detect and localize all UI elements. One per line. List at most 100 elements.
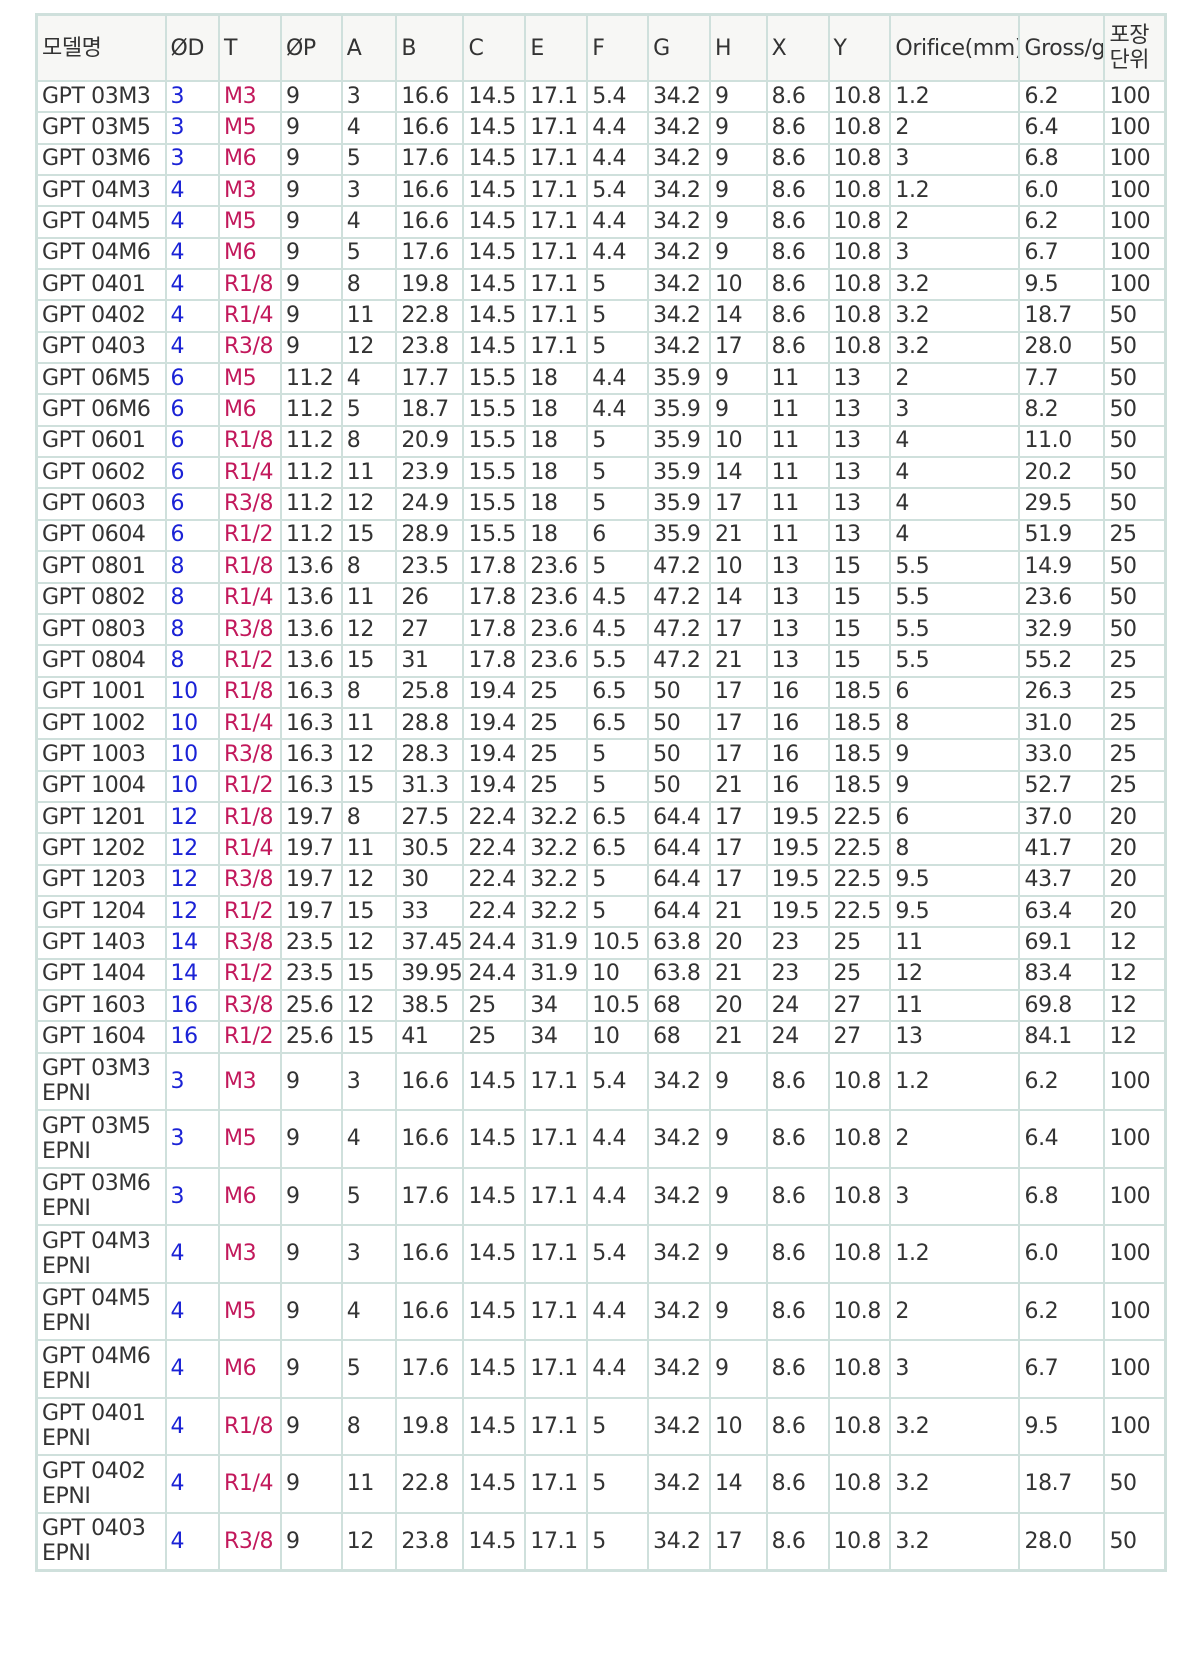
col-header-e: E [524,13,589,82]
cell-h: 17 [708,738,768,772]
table-row: GPT 1404 14 R1/2 23.5 15 39.95 24.4 31.9 10 63.8 2… [35,957,1167,991]
cell-c: 14.5 [462,111,527,145]
cell-pack-unit: 50 [1103,362,1167,396]
cell-y: 25 [827,926,892,960]
cell-op: 13.6 [279,644,343,678]
cell-gross: 6.8 [1018,142,1106,177]
cell-b: 17.6 [395,1339,465,1399]
cell-c: 14.5 [462,330,527,365]
cell-gross: 63.4 [1018,894,1106,929]
cell-y: 15 [827,550,892,584]
cell-t: M3 [218,1051,282,1112]
cell-t: R1/2 [218,769,282,803]
cell-b: 23.9 [395,456,465,490]
cell-g: 68 [647,1020,711,1054]
cell-h: 21 [708,769,768,803]
cell-gross: 20.2 [1018,456,1106,490]
cell-t: R3/8 [218,738,282,772]
cell-a: 5 [340,1166,398,1227]
table-row: GPT 1201 12 R1/8 19.7 8 27.5 22.4 32.2 6.5 64.4 17… [35,800,1167,835]
cell-model: GPT 04M3 EPNI [35,1224,167,1284]
cell-y: 15 [827,581,892,615]
cell-a: 11 [340,456,398,490]
cell-h: 21 [708,1020,768,1054]
cell-op: 16.3 [279,738,343,772]
cell-od: 4 [164,205,221,239]
cell-t: R1/2 [218,518,282,553]
cell-pack-unit: 12 [1103,957,1167,991]
cell-od: 10 [164,706,221,741]
cell-f: 5.4 [586,1051,650,1112]
cell-op: 9 [279,1454,343,1514]
cell-x: 8.6 [765,268,830,302]
cell-b: 22.8 [395,299,465,333]
cell-f: 4.5 [586,612,650,647]
cell-b: 22.8 [395,1454,465,1514]
cell-t: M3 [218,79,282,114]
cell-e: 18 [524,487,589,521]
cell-od: 3 [164,1166,221,1227]
cell-op: 23.5 [279,926,343,960]
cell-y: 10.8 [827,174,892,208]
cell-pack-unit: 25 [1103,706,1167,741]
cell-op: 16.3 [279,675,343,709]
cell-op: 19.7 [279,800,343,835]
cell-od: 12 [164,800,221,835]
cell-t: R1/8 [218,675,282,709]
cell-g: 34.2 [647,330,711,365]
cell-g: 47.2 [647,644,711,678]
cell-a: 12 [340,863,398,897]
cell-orifice: 1.2 [889,174,1021,208]
cell-x: 8.6 [765,1281,830,1342]
cell-model: GPT 0601 [35,424,167,459]
cell-x: 23 [765,957,830,991]
cell-b: 37.45 [395,926,465,960]
col-header-op: ØP [279,13,343,82]
cell-orifice: 3 [889,393,1021,427]
cell-orifice: 11 [889,926,1021,960]
cell-op: 9 [279,79,343,114]
cell-g: 34.2 [647,1511,711,1572]
cell-x: 8.6 [765,174,830,208]
cell-e: 31.9 [524,957,589,991]
cell-orifice: 6 [889,675,1021,709]
cell-a: 15 [340,518,398,553]
cell-a: 12 [340,738,398,772]
cell-g: 35.9 [647,424,711,459]
cell-orifice: 8 [889,706,1021,741]
col-header-f: F [586,13,650,82]
cell-model: GPT 04M5 EPNI [35,1281,167,1342]
cell-pack-unit: 100 [1103,1339,1167,1399]
cell-orifice: 5.5 [889,644,1021,678]
cell-e: 17.1 [524,1454,589,1514]
cell-t: M6 [218,393,282,427]
cell-op: 9 [279,1224,343,1284]
cell-pack-unit: 50 [1103,299,1167,333]
cell-y: 10.8 [827,236,892,271]
cell-pack-unit: 50 [1103,393,1167,427]
cell-gross: 29.5 [1018,487,1106,521]
table-row: GPT 0603 6 R3/8 11.2 12 24.9 15.5 18 5 35.9 17 11 13… [35,487,1167,521]
cell-op: 9 [279,111,343,145]
cell-gross: 31.0 [1018,706,1106,741]
cell-od: 4 [164,268,221,302]
cell-c: 14.5 [462,205,527,239]
cell-gross: 11.0 [1018,424,1106,459]
cell-g: 64.4 [647,894,711,929]
cell-t: R1/2 [218,957,282,991]
cell-g: 68 [647,988,711,1023]
cell-g: 34.2 [647,1281,711,1342]
cell-t: R1/2 [218,1020,282,1054]
cell-y: 13 [827,487,892,521]
cell-orifice: 3 [889,1166,1021,1227]
cell-a: 12 [340,1511,398,1572]
cell-t: R1/8 [218,1396,282,1457]
cell-f: 5 [586,1454,650,1514]
cell-gross: 69.8 [1018,988,1106,1023]
cell-model: GPT 1202 [35,832,167,866]
table-row: GPT 04M3 EPNI 4 M3 9 3 16.6 14.5 17.1 5.4 34.2 9 8.… [35,1224,1167,1284]
cell-x: 8.6 [765,299,830,333]
cell-op: 9 [279,330,343,365]
cell-g: 34.2 [647,268,711,302]
cell-t: R1/8 [218,800,282,835]
